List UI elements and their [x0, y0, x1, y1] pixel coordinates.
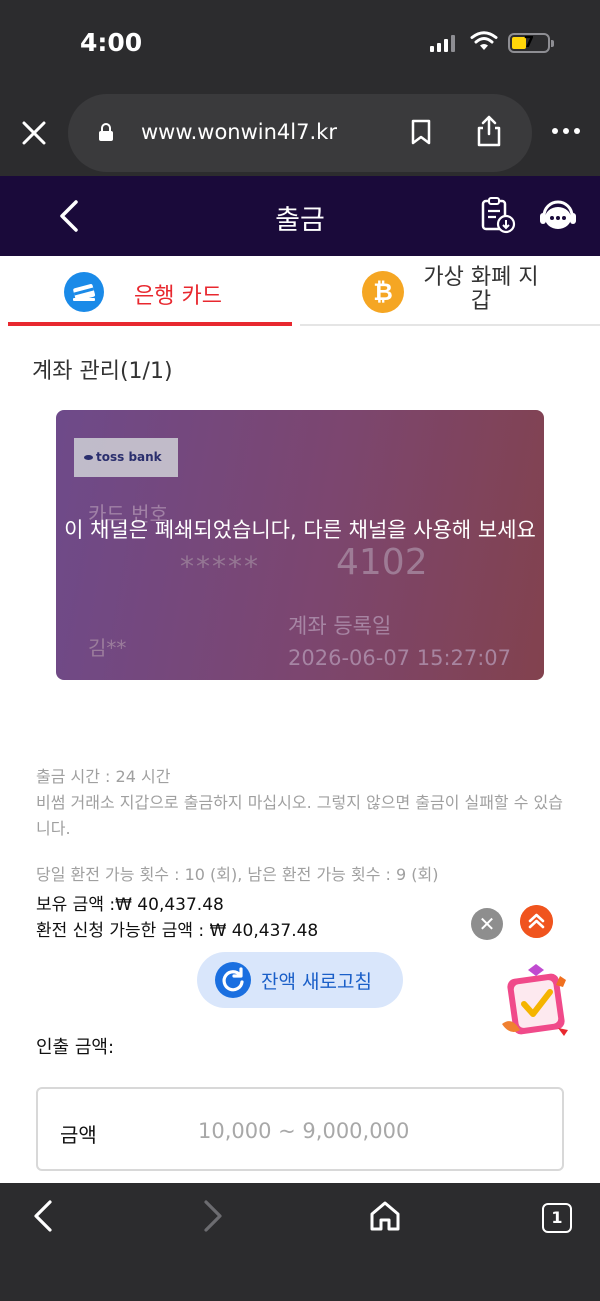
tab-switcher-icon[interactable]: 1	[542, 1203, 572, 1233]
browser-back-icon[interactable]	[30, 1199, 56, 1233]
close-tab-icon[interactable]	[18, 117, 50, 149]
close-float-icon[interactable]: ✕	[471, 908, 503, 940]
battery-level: 7	[523, 33, 535, 51]
active-tab-indicator	[8, 322, 292, 326]
refresh-balance-label: 잔액 새로고침	[261, 971, 372, 993]
withdraw-method-tabs: 은행 카드 ₿ 가상 화폐 지갑	[0, 256, 600, 326]
amount-input[interactable]	[198, 1113, 538, 1149]
withdraw-amount-title: 인출 금액:	[36, 1037, 115, 1058]
address-bar[interactable]: www.wonwin4l7.kr	[68, 94, 532, 172]
cellular-signal-icon	[430, 34, 455, 52]
withdraw-time-info: 출금 시간 : 24 시간	[36, 767, 171, 786]
card-holder-name: 김**	[88, 636, 127, 660]
amount-field-label: 금액	[60, 1123, 97, 1147]
bitcoin-icon: ₿	[362, 271, 404, 313]
refresh-icon	[215, 962, 251, 998]
balance-amount: 보유 금액 :₩ 40,437.48	[36, 895, 224, 915]
browser-top-chrome: 4:00 7 www.wonwin4l7.kr	[0, 0, 600, 176]
tab-crypto-wallet-label: 가상 화폐 지갑	[423, 265, 539, 314]
browser-forward-icon[interactable]	[200, 1199, 226, 1233]
promo-gift-icon[interactable]	[498, 962, 578, 1040]
status-time: 4:00	[80, 28, 143, 57]
exchange-warning: 비썸 거래소 지갑으로 출금하지 마십시오. 그렇지 않으면 출금이 실패할 수…	[36, 793, 563, 838]
tab-divider	[300, 324, 600, 326]
channel-closed-message: 이 채널은 폐쇄되었습니다, 다른 채널을 사용해 보세요	[64, 518, 536, 542]
tab-crypto-wallet[interactable]: ₿ 가상 화폐 지갑	[300, 256, 600, 326]
exchange-count-info: 당일 환전 가능 횟수 : 10 (회), 남은 환전 가능 횟수 : 9 (회…	[36, 865, 439, 884]
registration-date-label: 계좌 등록일	[288, 614, 392, 638]
wifi-icon	[470, 31, 498, 50]
browser-bottom-toolbar: 1	[0, 1183, 600, 1301]
customer-support-icon[interactable]	[538, 198, 578, 234]
share-icon[interactable]	[474, 114, 504, 148]
bookmark-icon[interactable]	[410, 119, 432, 145]
scroll-top-icon[interactable]	[520, 905, 553, 938]
available-amount: 환전 신청 가능한 금액 : ₩ 40,437.48	[36, 921, 319, 941]
bank-logo: toss bank	[74, 438, 178, 477]
account-management-title: 계좌 관리(1/1)	[32, 359, 173, 384]
more-options-icon[interactable]	[552, 128, 580, 134]
withdraw-records-icon[interactable]	[478, 196, 518, 236]
refresh-balance-button[interactable]: 잔액 새로고침	[197, 952, 403, 1008]
bank-name: toss bank	[96, 450, 162, 464]
card-number-mask: *****	[180, 550, 260, 583]
bank-card-icon	[64, 272, 104, 312]
registration-date: 2026-06-07 15:27:07	[288, 646, 512, 670]
url-text[interactable]: www.wonwin4l7.kr	[141, 120, 337, 144]
app-header: 출금	[0, 176, 600, 256]
card-last-digits: 4102	[336, 542, 428, 583]
tab-bank-card-label: 은행 카드	[134, 284, 222, 309]
bank-account-card[interactable]: toss bank 카드 번호 ***** 4102 김** 계좌 등록일 20…	[56, 410, 544, 680]
tab-bank-card[interactable]: 은행 카드	[8, 256, 292, 326]
home-icon[interactable]	[368, 1199, 402, 1233]
lock-icon	[99, 123, 113, 141]
battery-icon: 7	[508, 33, 554, 53]
amount-field-container[interactable]: 금액	[36, 1087, 564, 1171]
